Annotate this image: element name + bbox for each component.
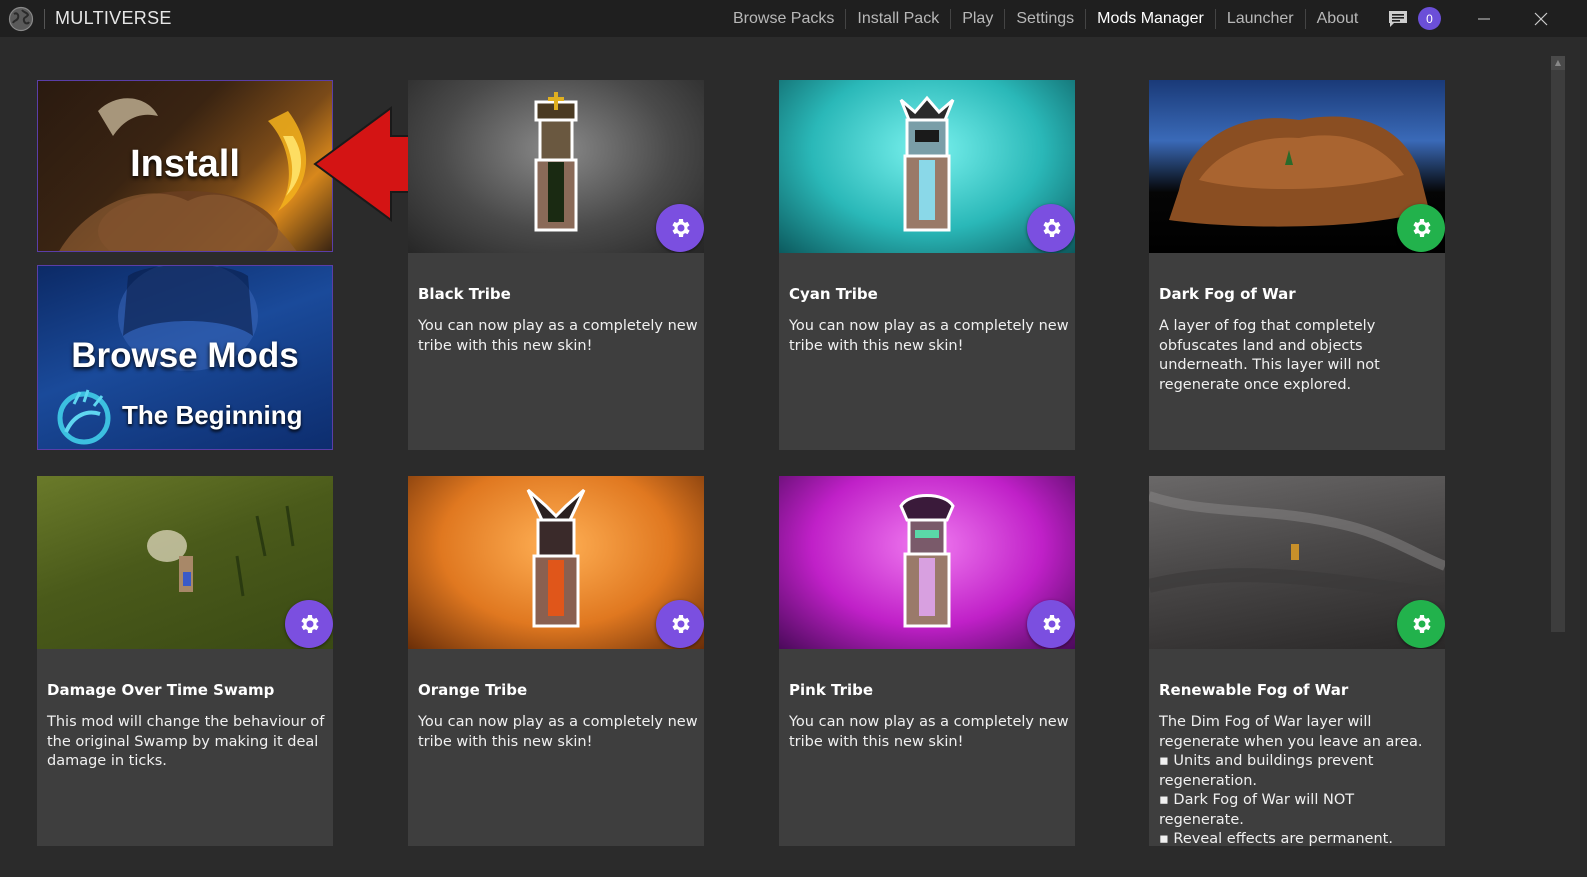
- mod-description: You can now play as a completely new tri…: [418, 318, 698, 354]
- chat-icon[interactable]: [1387, 8, 1409, 30]
- mod-card-image: [1149, 80, 1445, 253]
- the-beginning-logo-icon: [57, 389, 111, 445]
- mod-title: Dark Fog of War: [1159, 285, 1296, 303]
- title-separator: [44, 8, 45, 29]
- mod-description: The Dim Fog of War layer will regenerate…: [1159, 714, 1423, 847]
- top-nav: Browse Packs Install Pack Play Settings …: [733, 0, 1369, 37]
- mod-card-image: [779, 476, 1075, 649]
- gear-icon: [672, 219, 690, 237]
- gear-icon: [672, 615, 690, 633]
- gear-icon: [1043, 615, 1061, 633]
- install-tile-label: Install: [130, 143, 240, 185]
- mod-card-black-tribe[interactable]: Black Tribe You can now play as a comple…: [408, 80, 704, 450]
- nav-launcher[interactable]: Launcher: [1214, 8, 1305, 29]
- mod-card-dark-fog-of-war[interactable]: Dark Fog of War A layer of fog that comp…: [1149, 80, 1445, 450]
- mod-description: This mod will change the behaviour of th…: [47, 714, 325, 769]
- mod-card-damage-over-time-swamp[interactable]: Damage Over Time Swamp This mod will cha…: [37, 476, 333, 846]
- nav-install-pack[interactable]: Install Pack: [845, 8, 950, 29]
- mod-card-image: [408, 80, 704, 253]
- mod-card-image: [37, 476, 333, 649]
- mod-card-pink-tribe[interactable]: Pink Tribe You can now play as a complet…: [779, 476, 1075, 846]
- mod-settings-button[interactable]: [1397, 600, 1445, 648]
- gear-icon: [301, 615, 319, 633]
- mod-title: Black Tribe: [418, 285, 511, 303]
- mod-card-orange-tribe[interactable]: Orange Tribe You can now play as a compl…: [408, 476, 704, 846]
- mod-description: You can now play as a completely new tri…: [418, 714, 698, 750]
- nav-mods-manager[interactable]: Mods Manager: [1085, 8, 1215, 29]
- nav-settings[interactable]: Settings: [1004, 8, 1085, 29]
- gear-icon: [1413, 219, 1431, 237]
- browse-mods-tile-sublabel: The Beginning: [122, 400, 303, 430]
- mod-card-cyan-tribe[interactable]: Cyan Tribe You can now play as a complet…: [779, 80, 1075, 450]
- mod-settings-button[interactable]: [1027, 600, 1075, 648]
- mod-settings-button[interactable]: [285, 600, 333, 648]
- mod-settings-button[interactable]: [656, 600, 704, 648]
- nav-browse-packs[interactable]: Browse Packs: [733, 9, 845, 29]
- gear-icon: [1413, 615, 1431, 633]
- mod-settings-button[interactable]: [1027, 204, 1075, 252]
- globe-icon: [8, 6, 34, 31]
- mod-card-image: [408, 476, 704, 649]
- mod-card-image: [1149, 476, 1445, 649]
- close-button[interactable]: [1518, 0, 1564, 37]
- mod-settings-button[interactable]: [1397, 204, 1445, 252]
- scroll-up-arrow-icon[interactable]: ▲: [1551, 56, 1565, 70]
- mod-title: Renewable Fog of War: [1159, 681, 1349, 699]
- mod-card-renewable-fog-of-war[interactable]: Renewable Fog of War The Dim Fog of War …: [1149, 476, 1445, 847]
- scrollbar[interactable]: [1551, 56, 1565, 632]
- mod-card-image: [779, 80, 1075, 253]
- mod-title: Damage Over Time Swamp: [47, 681, 275, 699]
- browse-mods-tile[interactable]: Browse Mods The Beginning: [37, 265, 333, 450]
- browse-mods-tile-label: Browse Mods: [71, 336, 299, 375]
- gear-icon: [1043, 219, 1061, 237]
- nav-play[interactable]: Play: [950, 8, 1004, 29]
- minimize-button[interactable]: [1461, 0, 1507, 37]
- mod-title: Cyan Tribe: [789, 285, 878, 303]
- close-icon: [1534, 12, 1548, 25]
- minimize-icon: [1478, 18, 1490, 19]
- mod-settings-button[interactable]: [656, 204, 704, 252]
- install-tile[interactable]: Install: [37, 80, 333, 252]
- mod-title: Orange Tribe: [418, 681, 528, 699]
- mod-description: A layer of fog that completely obfuscate…: [1159, 318, 1380, 393]
- mod-description: You can now play as a completely new tri…: [789, 318, 1069, 354]
- mod-description: You can now play as a completely new tri…: [789, 714, 1069, 750]
- nav-about[interactable]: About: [1304, 8, 1370, 29]
- app-title: MULTIVERSE: [55, 8, 172, 28]
- notification-badge[interactable]: 0: [1418, 7, 1441, 30]
- mod-title: Pink Tribe: [789, 681, 874, 699]
